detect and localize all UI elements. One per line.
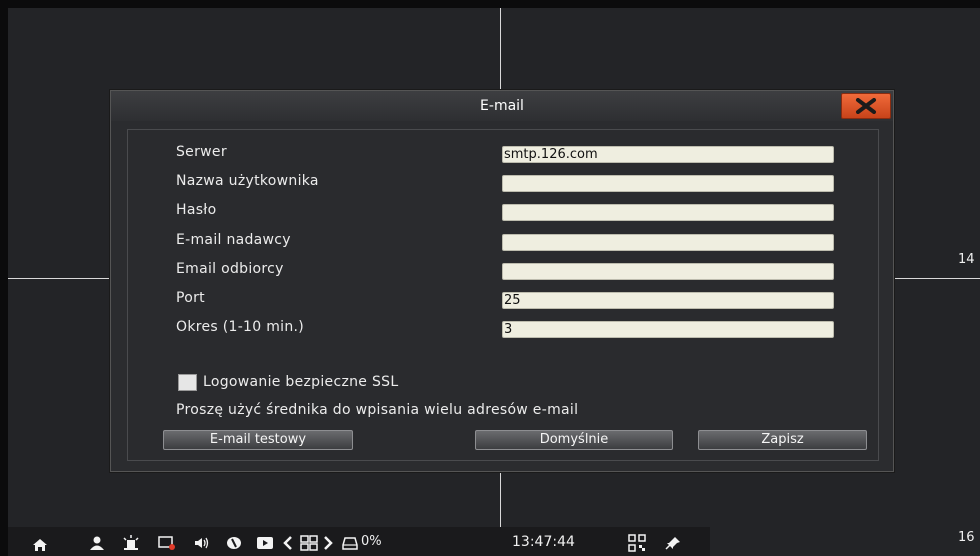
multiple-address-hint: Proszę użyć średnika do wpisania wielu a… xyxy=(176,402,579,418)
alarm-icon[interactable] xyxy=(122,535,140,551)
ssl-checkbox[interactable] xyxy=(178,374,197,391)
label-server: Serwer xyxy=(176,144,227,160)
recipient-email-field[interactable] xyxy=(502,263,834,280)
user-icon[interactable] xyxy=(89,535,105,551)
playback-icon[interactable] xyxy=(256,536,274,550)
dialog-body: Serwer smtp.126.com Nazwa użytkownika Ha… xyxy=(127,129,879,461)
pin-icon[interactable] xyxy=(665,536,681,550)
dialog-title: E-mail xyxy=(480,98,524,114)
close-x-icon xyxy=(856,98,876,114)
username-field[interactable] xyxy=(502,175,834,192)
server-field[interactable]: smtp.126.com xyxy=(502,146,834,163)
close-button[interactable] xyxy=(841,93,891,119)
label-port: Port xyxy=(176,290,205,306)
label-password: Hasło xyxy=(176,202,217,218)
screen-bezel-left xyxy=(0,0,8,556)
label-recipient-email: Email odbiorcy xyxy=(176,261,284,277)
save-button[interactable]: Zapisz xyxy=(698,430,867,450)
channel-label-14: 14 xyxy=(958,252,975,267)
qr-code-icon[interactable] xyxy=(628,534,646,552)
ssl-label: Logowanie bezpieczne SSL xyxy=(203,374,399,390)
label-username: Nazwa użytkownika xyxy=(176,173,319,189)
period-field[interactable]: 3 xyxy=(502,321,834,338)
password-field[interactable] xyxy=(502,204,834,221)
screen-bezel-top xyxy=(0,0,980,8)
layout-grid-icon[interactable] xyxy=(300,535,318,551)
test-email-button[interactable]: E-mail testowy xyxy=(163,430,353,450)
home-icon[interactable] xyxy=(32,538,48,552)
hdd-usage-text: 0% xyxy=(361,534,382,549)
prev-icon[interactable] xyxy=(283,535,293,551)
label-period: Okres (1-10 min.) xyxy=(176,319,305,335)
defaults-button[interactable]: Domyślnie xyxy=(475,430,673,450)
sender-email-field[interactable] xyxy=(502,234,834,251)
next-icon[interactable] xyxy=(323,535,333,551)
volume-icon[interactable] xyxy=(194,536,210,550)
ptz-icon[interactable] xyxy=(226,535,242,551)
label-sender-email: E-mail nadawcy xyxy=(176,232,291,248)
clock-time: 13:47:44 xyxy=(512,534,575,550)
email-settings-dialog: E-mail Serwer smtp.126.com Nazwa użytkow… xyxy=(110,90,894,472)
channel-label-16: 16 xyxy=(958,530,975,545)
port-field[interactable]: 25 xyxy=(502,292,834,309)
disk-icon xyxy=(342,537,358,550)
taskbar xyxy=(8,527,710,556)
record-icon[interactable] xyxy=(158,535,176,551)
